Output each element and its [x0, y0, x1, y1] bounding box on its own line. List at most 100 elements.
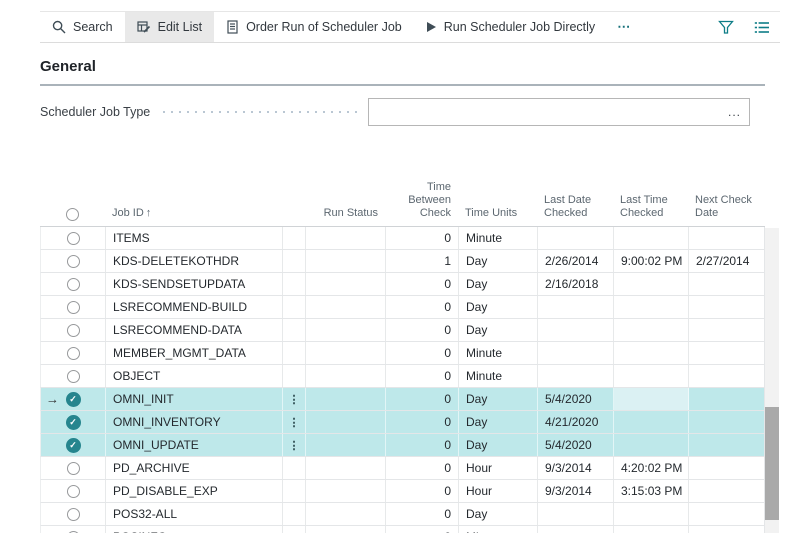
- cell-time-units[interactable]: Hour: [459, 457, 538, 479]
- row-select-circle[interactable]: [67, 301, 80, 314]
- cell-last-date[interactable]: 5/4/2020: [538, 434, 614, 456]
- scrollbar-thumb[interactable]: [765, 407, 779, 520]
- cell-select[interactable]: [41, 250, 106, 272]
- cell-last-date[interactable]: 9/3/2014: [538, 457, 614, 479]
- cell-run-status[interactable]: [306, 411, 386, 433]
- row-select-circle[interactable]: [67, 255, 80, 268]
- cell-time-between[interactable]: 0: [386, 227, 459, 249]
- table-row[interactable]: →✓OMNI_INIT⋮0Day5/4/2020: [40, 388, 765, 411]
- filter-button[interactable]: [708, 12, 744, 42]
- cell-last-time[interactable]: [614, 273, 689, 295]
- scheduler-job-type-input[interactable]: [369, 99, 720, 125]
- cell-run-status[interactable]: [306, 365, 386, 387]
- cell-row-menu[interactable]: ⋮: [283, 388, 306, 410]
- table-row[interactable]: PD_DISABLE_EXP0Hour9/3/20143:15:03 PM: [40, 480, 765, 503]
- table-row[interactable]: POSINFO0Minute: [40, 526, 765, 533]
- cell-select[interactable]: [41, 365, 106, 387]
- cell-job-id[interactable]: PD_DISABLE_EXP: [106, 480, 283, 502]
- cell-run-status[interactable]: [306, 296, 386, 318]
- cell-run-status[interactable]: [306, 457, 386, 479]
- cell-job-id[interactable]: KDS-DELETEKOTHDR: [106, 250, 283, 272]
- cell-job-id[interactable]: MEMBER_MGMT_DATA: [106, 342, 283, 364]
- cell-time-units[interactable]: Minute: [459, 227, 538, 249]
- cell-select[interactable]: [41, 526, 106, 533]
- row-select-circle[interactable]: [67, 462, 80, 475]
- cell-time-units[interactable]: Day: [459, 273, 538, 295]
- cell-last-time[interactable]: [614, 319, 689, 341]
- table-row[interactable]: LSRECOMMEND-DATA0Day: [40, 319, 765, 342]
- cell-next-check[interactable]: [689, 296, 766, 318]
- run-directly-button[interactable]: Run Scheduler Job Directly: [414, 12, 607, 42]
- table-row[interactable]: POS32-ALL0Day: [40, 503, 765, 526]
- cell-last-time[interactable]: [614, 388, 689, 410]
- cell-time-units[interactable]: Day: [459, 503, 538, 525]
- cell-last-date[interactable]: [538, 296, 614, 318]
- cell-job-id[interactable]: ITEMS: [106, 227, 283, 249]
- cell-last-time[interactable]: 9:00:02 PM: [614, 250, 689, 272]
- edit-list-button[interactable]: Edit List: [125, 12, 214, 42]
- cell-time-units[interactable]: Day: [459, 319, 538, 341]
- cell-run-status[interactable]: [306, 342, 386, 364]
- cell-time-between[interactable]: 0: [386, 434, 459, 456]
- cell-time-between[interactable]: 1: [386, 250, 459, 272]
- cell-next-check[interactable]: [689, 526, 766, 533]
- cell-last-date[interactable]: 5/4/2020: [538, 388, 614, 410]
- cell-time-units[interactable]: Minute: [459, 526, 538, 533]
- cell-job-id[interactable]: KDS-SENDSETUPDATA: [106, 273, 283, 295]
- cell-job-id[interactable]: POS32-ALL: [106, 503, 283, 525]
- row-selected-check-icon[interactable]: ✓: [66, 438, 81, 453]
- cell-last-time[interactable]: 4:20:02 PM: [614, 457, 689, 479]
- cell-row-menu[interactable]: [283, 526, 306, 533]
- row-select-circle[interactable]: [67, 232, 80, 245]
- vertical-scrollbar[interactable]: [765, 228, 779, 533]
- row-selected-check-icon[interactable]: ✓: [66, 392, 81, 407]
- cell-next-check[interactable]: [689, 411, 766, 433]
- cell-job-id[interactable]: OMNI_INIT: [106, 388, 283, 410]
- more-actions-button[interactable]: ⋯: [607, 12, 641, 42]
- cell-next-check[interactable]: [689, 388, 766, 410]
- cell-row-menu[interactable]: ⋮: [283, 434, 306, 456]
- cell-select[interactable]: [41, 342, 106, 364]
- cell-last-time[interactable]: [614, 411, 689, 433]
- cell-next-check[interactable]: [689, 457, 766, 479]
- cell-job-id[interactable]: LSRECOMMEND-DATA: [106, 319, 283, 341]
- order-run-button[interactable]: Order Run of Scheduler Job: [214, 12, 414, 42]
- cell-next-check[interactable]: [689, 480, 766, 502]
- row-select-circle[interactable]: [67, 485, 80, 498]
- cell-time-units[interactable]: Day: [459, 296, 538, 318]
- cell-row-menu[interactable]: [283, 480, 306, 502]
- cell-job-id[interactable]: OMNI_UPDATE: [106, 434, 283, 456]
- cell-row-menu[interactable]: [283, 296, 306, 318]
- column-header-next_check[interactable]: Next Check Date: [688, 194, 765, 226]
- cell-last-time[interactable]: [614, 434, 689, 456]
- column-header-last_time[interactable]: Last Time Checked: [613, 194, 688, 226]
- cell-last-time[interactable]: [614, 296, 689, 318]
- cell-run-status[interactable]: [306, 319, 386, 341]
- table-row[interactable]: PD_ARCHIVE0Hour9/3/20144:20:02 PM: [40, 457, 765, 480]
- table-row[interactable]: ITEMS 0Minute: [40, 227, 765, 250]
- column-header-time_units[interactable]: Time Units: [458, 207, 537, 226]
- cell-last-date[interactable]: [538, 526, 614, 533]
- row-select-circle[interactable]: [67, 508, 80, 521]
- cell-row-menu[interactable]: [283, 342, 306, 364]
- cell-last-date[interactable]: 4/21/2020: [538, 411, 614, 433]
- cell-select[interactable]: [41, 273, 106, 295]
- cell-select[interactable]: [41, 296, 106, 318]
- cell-run-status[interactable]: [306, 480, 386, 502]
- cell-time-between[interactable]: 0: [386, 365, 459, 387]
- table-row[interactable]: LSRECOMMEND-BUILD0Day: [40, 296, 765, 319]
- cell-run-status[interactable]: [306, 526, 386, 533]
- cell-row-menu[interactable]: ⋮: [283, 411, 306, 433]
- column-header-last_date[interactable]: Last Date Checked: [537, 194, 613, 226]
- row-menu-dots-icon[interactable]: ⋮: [289, 439, 300, 452]
- search-button[interactable]: Search: [40, 12, 125, 42]
- row-select-circle[interactable]: [67, 370, 80, 383]
- cell-last-time[interactable]: 3:15:03 PM: [614, 480, 689, 502]
- cell-last-time[interactable]: [614, 503, 689, 525]
- cell-select[interactable]: [41, 480, 106, 502]
- cell-next-check[interactable]: [689, 273, 766, 295]
- cell-time-between[interactable]: 0: [386, 296, 459, 318]
- cell-time-between[interactable]: 0: [386, 388, 459, 410]
- cell-run-status[interactable]: [306, 250, 386, 272]
- cell-time-units[interactable]: Minute: [459, 365, 538, 387]
